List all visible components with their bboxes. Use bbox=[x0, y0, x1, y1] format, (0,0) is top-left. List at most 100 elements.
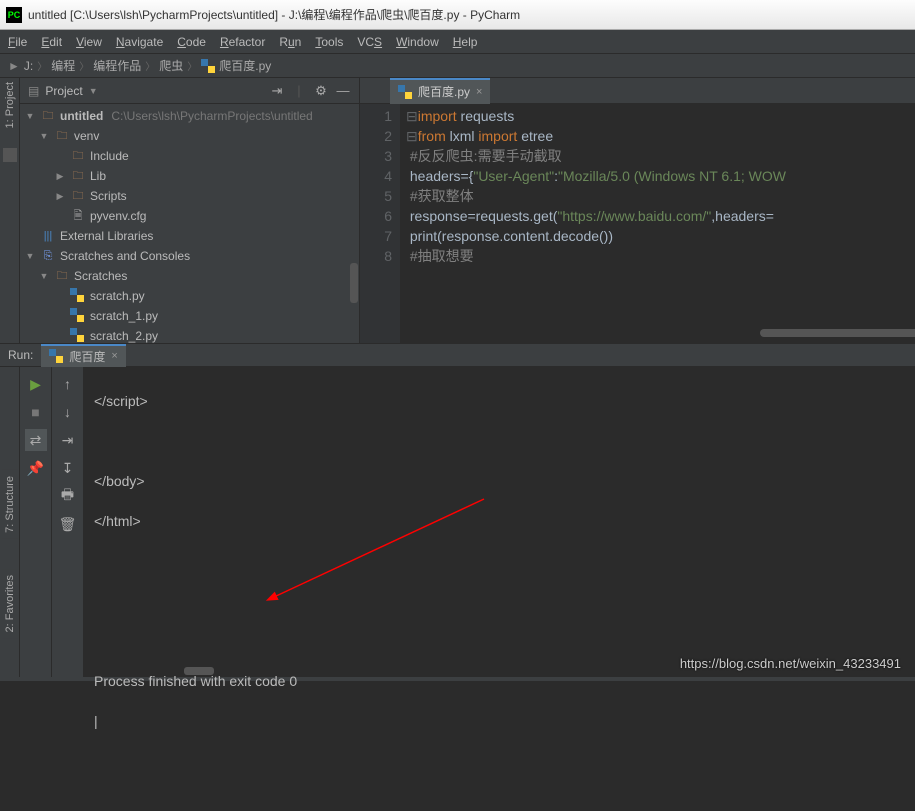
tree-scripts[interactable]: ▶ 🗀 Scripts bbox=[20, 186, 359, 206]
menu-window[interactable]: Window bbox=[396, 35, 439, 49]
crumb-1[interactable]: 编程 bbox=[51, 57, 75, 74]
main-split: 1: Project ▤ Project ▼ ⇥ | ⚙ — ▼ 🗀 untit… bbox=[0, 78, 915, 343]
editor-tab-label: 爬百度.py bbox=[418, 83, 470, 100]
project-label[interactable]: Project bbox=[45, 84, 82, 98]
window-title: untitled [C:\Users\lsh\PycharmProjects\u… bbox=[28, 6, 520, 23]
crumb-root[interactable]: J: bbox=[24, 59, 33, 73]
project-view-icon[interactable]: ▤ bbox=[28, 84, 39, 98]
tool-favorites-tab[interactable]: 2: Favorites bbox=[2, 569, 18, 638]
python-icon bbox=[201, 59, 215, 73]
down-button[interactable]: ↓ bbox=[57, 401, 79, 423]
folder-icon: 🗀 bbox=[40, 108, 56, 124]
python-icon bbox=[49, 349, 63, 363]
tool-structure-tab[interactable]: 7: Structure bbox=[2, 470, 18, 539]
tree-pyvenv[interactable]: 🗎 pyvenv.cfg bbox=[20, 206, 359, 226]
pycharm-icon: PC bbox=[6, 7, 22, 23]
menu-help[interactable]: Help bbox=[453, 35, 478, 49]
crumb-2[interactable]: 编程作品 bbox=[93, 57, 141, 74]
tree-scratch-2[interactable]: scratch_2.py bbox=[20, 326, 359, 343]
python-icon bbox=[70, 328, 86, 343]
tree-root-hint: C:\Users\lsh\PycharmProjects\untitled bbox=[111, 109, 312, 123]
menu-code[interactable]: Code bbox=[177, 35, 206, 49]
tree-scratch-py[interactable]: scratch.py bbox=[20, 286, 359, 306]
nav-arrow-icon[interactable]: ► bbox=[8, 59, 20, 73]
tree-scratches-consoles[interactable]: ▼ ⎘ Scratches and Consoles bbox=[20, 246, 359, 266]
folder-icon: 🗀 bbox=[70, 168, 86, 184]
hide-icon[interactable]: — bbox=[335, 83, 351, 99]
run-panel: ▶ ■ ⇄ 📌 ↑ ↓ ⇥ ↧ 🖶 🗑 </script> </body> </… bbox=[0, 367, 915, 677]
folder-icon: 🗀 bbox=[70, 148, 86, 164]
library-icon: ||| bbox=[40, 228, 56, 244]
chevron-right-icon[interactable]: ▶ bbox=[54, 171, 66, 182]
run-tab[interactable]: 爬百度 × bbox=[41, 344, 125, 367]
close-icon[interactable]: × bbox=[476, 86, 482, 98]
chevron-down-icon[interactable]: ▼ bbox=[24, 251, 36, 261]
editor-body[interactable]: 1 2 3 4 5 6 7 8 ⊟import requests⊟from lx… bbox=[360, 104, 915, 343]
menu-edit[interactable]: Edit bbox=[41, 35, 62, 49]
tree-include[interactable]: 🗀 Include bbox=[20, 146, 359, 166]
tree-lib[interactable]: ▶ 🗀 Lib bbox=[20, 166, 359, 186]
console-hscrollbar[interactable] bbox=[184, 667, 214, 675]
folder-icon: 🗀 bbox=[54, 128, 70, 144]
menu-run[interactable]: Run bbox=[279, 35, 301, 49]
toggle-softwrap-button[interactable]: ⇄ bbox=[25, 429, 47, 451]
window-titlebar: PC untitled [C:\Users\lsh\PycharmProject… bbox=[0, 0, 915, 30]
up-button[interactable]: ↑ bbox=[57, 373, 79, 395]
menu-view[interactable]: View bbox=[76, 35, 102, 49]
tree-root[interactable]: ▼ 🗀 untitled C:\Users\lsh\PycharmProject… bbox=[20, 106, 359, 126]
chevron-down-icon[interactable]: ▼ bbox=[38, 131, 50, 141]
chevron-right-icon: 〉 bbox=[79, 58, 89, 73]
tool-square-icon[interactable] bbox=[3, 148, 17, 162]
tree-external[interactable]: ||| External Libraries bbox=[20, 226, 359, 246]
menu-navigate[interactable]: Navigate bbox=[116, 35, 163, 49]
collapse-icon[interactable]: ⇥ bbox=[269, 83, 285, 99]
left-tool-strip: 1: Project bbox=[0, 78, 20, 343]
menu-file[interactable]: File bbox=[8, 35, 27, 49]
chevron-down-icon[interactable]: ▼ bbox=[38, 271, 50, 281]
code-area[interactable]: ⊟import requests⊟from lxml import etree … bbox=[400, 104, 915, 343]
project-panel-header: ▤ Project ▼ ⇥ | ⚙ — bbox=[20, 78, 359, 104]
gear-icon[interactable]: ⚙ bbox=[313, 83, 329, 99]
menu-tools[interactable]: Tools bbox=[315, 35, 343, 49]
print-button[interactable]: 🖶 bbox=[57, 485, 79, 507]
console-output[interactable]: </script> </body> </html> Process finish… bbox=[84, 367, 915, 677]
left-tool-tabs-bottom: 7: Structure 2: Favorites bbox=[0, 470, 20, 638]
chevron-right-icon[interactable]: ▶ bbox=[54, 191, 66, 202]
stop-button[interactable]: ■ bbox=[25, 401, 47, 423]
close-icon[interactable]: × bbox=[111, 350, 117, 362]
separator: | bbox=[291, 83, 307, 99]
folder-icon: 🗀 bbox=[54, 268, 70, 284]
python-icon bbox=[70, 308, 86, 324]
tree-scratches[interactable]: ▼ 🗀 Scratches bbox=[20, 266, 359, 286]
run-toolbar-2: ↑ ↓ ⇥ ↧ 🖶 🗑 bbox=[52, 367, 84, 677]
run-tab-label: 爬百度 bbox=[69, 348, 105, 365]
tree-root-label: untitled bbox=[60, 109, 103, 123]
trash-button[interactable]: 🗑 bbox=[57, 513, 79, 535]
editor-panel: 爬百度.py × 1 2 3 4 5 6 7 8 ⊟import request… bbox=[360, 78, 915, 343]
menu-bar: File Edit View Navigate Code Refactor Ru… bbox=[0, 30, 915, 54]
scratches-icon: ⎘ bbox=[40, 248, 56, 264]
menu-refactor[interactable]: Refactor bbox=[220, 35, 265, 49]
pin-button[interactable]: 📌 bbox=[25, 457, 47, 479]
tree-venv[interactable]: ▼ 🗀 venv bbox=[20, 126, 359, 146]
chevron-down-icon[interactable]: ▼ bbox=[89, 86, 98, 96]
project-scrollbar[interactable] bbox=[349, 104, 359, 343]
crumb-3[interactable]: 爬虫 bbox=[159, 57, 183, 74]
editor-tab-active[interactable]: 爬百度.py × bbox=[390, 78, 490, 104]
project-panel: ▤ Project ▼ ⇥ | ⚙ — ▼ 🗀 untitled C:\User… bbox=[20, 78, 360, 343]
scroll-end-button[interactable]: ↧ bbox=[57, 457, 79, 479]
editor-tabbar: 爬百度.py × bbox=[360, 78, 915, 104]
menu-vcs[interactable]: VCS bbox=[357, 35, 382, 49]
rerun-button[interactable]: ▶ bbox=[25, 373, 47, 395]
tool-project-tab[interactable]: 1: Project bbox=[4, 82, 16, 128]
run-label: Run: bbox=[8, 348, 33, 362]
python-icon bbox=[70, 288, 86, 304]
project-tree[interactable]: ▼ 🗀 untitled C:\Users\lsh\PycharmProject… bbox=[20, 104, 359, 343]
crumb-file[interactable]: 爬百度.py bbox=[219, 57, 271, 74]
wrap-button[interactable]: ⇥ bbox=[57, 429, 79, 451]
chevron-down-icon[interactable]: ▼ bbox=[24, 111, 36, 121]
editor-hscrollbar[interactable] bbox=[420, 329, 895, 339]
breadcrumb: ► J: 〉 编程 〉 编程作品 〉 爬虫 〉 爬百度.py bbox=[0, 54, 915, 78]
python-icon bbox=[398, 85, 412, 99]
tree-scratch-1[interactable]: scratch_1.py bbox=[20, 306, 359, 326]
